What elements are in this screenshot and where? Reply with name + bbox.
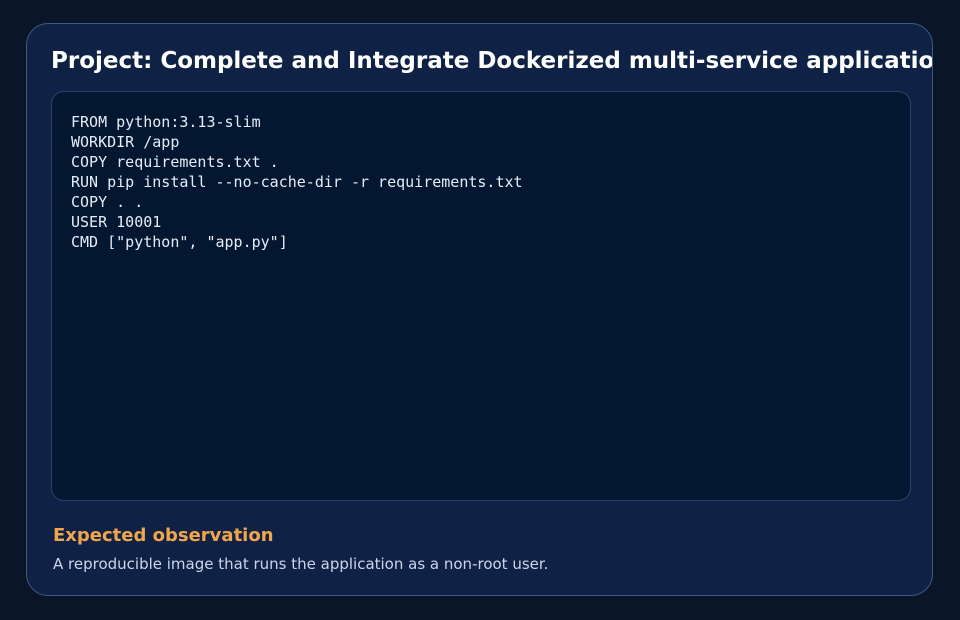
code-line: RUN pip install --no-cache-dir -r requir… <box>71 173 523 191</box>
code-line: WORKDIR /app <box>71 133 180 151</box>
code-line: USER 10001 <box>71 213 162 231</box>
expected-observation-text: A reproducible image that runs the appli… <box>53 555 549 573</box>
code-line: COPY requirements.txt . <box>71 153 279 171</box>
code-block[interactable]: FROM python:3.13-slim WORKDIR /app COPY … <box>51 91 911 501</box>
page-title: Project: Complete and Integrate Dockeriz… <box>51 48 933 74</box>
code-line: COPY . . <box>71 193 144 211</box>
code-line: CMD ["python", "app.py"] <box>71 233 288 251</box>
project-card: Project: Complete and Integrate Dockeriz… <box>26 23 933 596</box>
expected-observation-heading: Expected observation <box>53 525 274 546</box>
code-line: FROM python:3.13-slim <box>71 113 261 131</box>
